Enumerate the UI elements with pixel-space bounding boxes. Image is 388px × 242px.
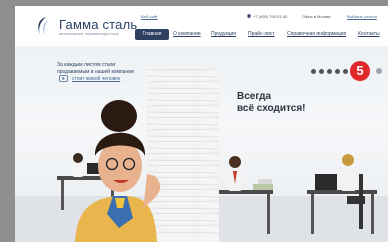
hero-tagline: Всегда всё сходится! — [237, 91, 306, 115]
header-phone[interactable]: +7 (495) 795-01-00 — [253, 14, 287, 19]
nav-item-home[interactable]: Главная — [135, 29, 169, 40]
nav-item-pricelist[interactable]: Прайс-лист — [248, 31, 275, 37]
header-office: Офис в Москве — [302, 14, 331, 19]
screen: Гамма сталь металлопрокат, нержавеющая с… — [0, 0, 388, 242]
nav-item-about[interactable]: О компании — [173, 31, 201, 37]
website-window: Гамма сталь металлопрокат, нержавеющая с… — [15, 6, 388, 242]
slider-next-dot[interactable] — [376, 68, 382, 74]
region-select-link[interactable]: Выбрать регион — [347, 14, 377, 19]
promo-line-1: За каждым листом стали — [57, 62, 116, 68]
slider-dot-3[interactable] — [327, 69, 332, 74]
promo-line-2: продаваемым в нашей компании — [57, 69, 134, 75]
tagline-line-2: всё сходится! — [237, 103, 306, 114]
phone-icon — [247, 14, 251, 18]
logo-name[interactable]: Гамма сталь — [59, 17, 137, 32]
site-header: Гамма сталь металлопрокат, нержавеющая с… — [15, 6, 388, 46]
nav-item-products[interactable]: Продукция — [211, 31, 236, 37]
nav-item-contacts[interactable]: Контакты — [358, 31, 380, 37]
logo-tagline: металлопрокат, нержавеющая сталь — [59, 32, 119, 36]
nav-item-reference[interactable]: Справочная информация — [287, 31, 346, 37]
slider-dot-4[interactable] — [335, 69, 340, 74]
paper-stack — [146, 66, 220, 242]
header-link-site[interactable]: Веб-сайт — [141, 14, 158, 19]
slider-dot-1[interactable] — [311, 69, 316, 74]
slide-number-badge[interactable]: 5 — [350, 61, 370, 81]
logo-icon[interactable] — [35, 16, 51, 38]
slider-dot-5[interactable] — [343, 69, 348, 74]
promo-link[interactable]: стоит живой человек — [72, 76, 120, 82]
hero-banner[interactable]: За каждым листом стали продаваемым в наш… — [15, 46, 388, 242]
tagline-line-1: Всегда — [237, 91, 272, 102]
promo-text: За каждым листом стали продаваемым в наш… — [57, 62, 134, 76]
slider-dot-2[interactable] — [319, 69, 324, 74]
video-icon[interactable] — [59, 75, 68, 82]
